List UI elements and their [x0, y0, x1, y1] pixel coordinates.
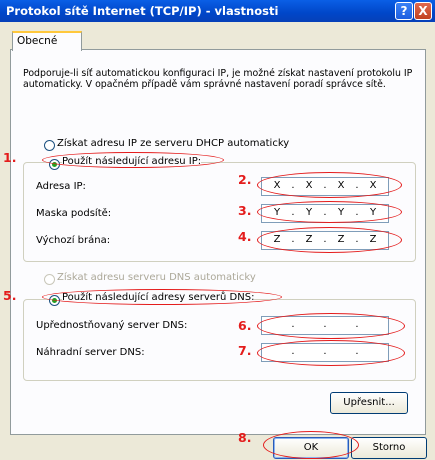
annotation-2: 2.: [238, 172, 252, 187]
annotation-ellipse-preferred-dns: [257, 313, 405, 339]
close-button[interactable]: X: [414, 2, 432, 20]
preferred-dns-label: Upřednostňovaný server DNS:: [36, 320, 188, 331]
annotation-8: 8.: [238, 430, 252, 445]
gateway-label: Výchozí brána:: [36, 235, 111, 246]
intro-text: Podporuje-li síť automatickou konfigurac…: [23, 68, 413, 90]
annotation-ellipse-alternate-dns: [257, 340, 405, 366]
annotation-7: 7.: [238, 343, 252, 358]
annotation-ellipse-subnet-mask: [257, 201, 402, 223]
tab-general[interactable]: Obecné: [12, 31, 82, 51]
alternate-dns-label: Náhradní server DNS:: [36, 347, 145, 358]
advanced-button[interactable]: Upřesnit...: [330, 392, 408, 414]
dns-auto-radio[interactable]: [44, 274, 55, 285]
window-title: Protokol sítě Internet (TCP/IP) - vlastn…: [6, 4, 279, 18]
annotation-ellipse-ok: [263, 431, 359, 459]
subnet-mask-label: Maska podsítě:: [36, 208, 112, 219]
cancel-button[interactable]: Storno: [351, 437, 427, 459]
annotation-4: 4.: [238, 229, 252, 244]
help-button[interactable]: ?: [395, 2, 413, 20]
annotation-ellipse-dns-manual: [42, 289, 282, 305]
annotation-ellipse-gateway: [257, 227, 402, 253]
ip-auto-label: Získat adresu IP ze serveru DHCP automat…: [57, 138, 290, 149]
annotation-ellipse-ip-manual: [42, 152, 224, 168]
annotation-1: 1.: [3, 150, 17, 165]
annotation-5: 5.: [3, 288, 17, 303]
ip-address-label: Adresa IP:: [36, 181, 86, 192]
ip-auto-radio[interactable]: [44, 140, 55, 151]
annotation-3: 3.: [238, 203, 252, 218]
annotation-ellipse-ip-address: [257, 172, 402, 198]
title-bar: Protokol sítě Internet (TCP/IP) - vlastn…: [0, 0, 435, 22]
annotation-6: 6.: [238, 318, 252, 333]
dns-auto-label: Získat adresu serveru DNS automaticky: [57, 272, 256, 283]
tab-general-label: Obecné: [17, 35, 58, 47]
